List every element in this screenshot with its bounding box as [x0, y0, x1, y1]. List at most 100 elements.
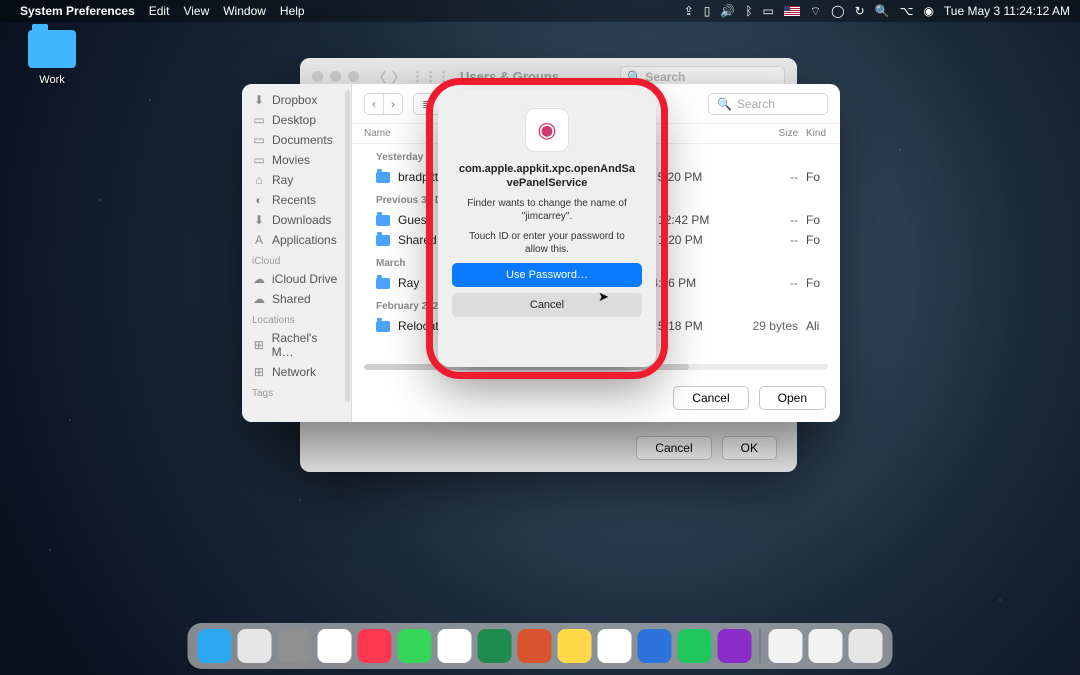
dock-app-excel[interactable]	[478, 629, 512, 663]
sidebar-icon: ◐	[252, 193, 266, 207]
sidebar-icon: A	[252, 233, 266, 247]
dock-app-powerpoint[interactable]	[518, 629, 552, 663]
sysprefs-search-placeholder: Search	[645, 70, 685, 84]
sidebar-item-documents[interactable]: ▭Documents	[242, 130, 351, 150]
open-panel-search-placeholder: Search	[737, 97, 775, 111]
use-password-button[interactable]: Use Password…	[452, 263, 642, 287]
file-kind: Fo	[798, 170, 828, 184]
menu-edit[interactable]: Edit	[149, 4, 170, 18]
file-size: --	[738, 276, 798, 290]
open-panel-search[interactable]: 🔍 Search	[708, 93, 828, 115]
auth-dialog-highlight: ◉ com.apple.appkit.xpc.openAndSavePanelS…	[438, 90, 656, 367]
nav-buttons: ‹ ›	[364, 93, 403, 115]
sidebar-icon: ⊞	[252, 365, 266, 379]
dock-app-spotify[interactable]	[678, 629, 712, 663]
sidebar-item-desktop[interactable]: ▭Desktop	[242, 110, 351, 130]
sysprefs-ok-button[interactable]: OK	[722, 436, 777, 460]
sidebar-header-tags: Tags	[242, 382, 351, 401]
dock-app-word[interactable]	[638, 629, 672, 663]
auth-message-1: Finder wants to change the name of "jimc…	[452, 197, 642, 224]
sidebar-icon: ☁	[252, 292, 266, 306]
sidebar-item-applications[interactable]: A Applications	[242, 230, 351, 250]
desktop-folder-work[interactable]: Work	[22, 30, 82, 86]
status-time-machine-icon[interactable]: ↻	[855, 4, 865, 18]
dock-app-messages[interactable]	[398, 629, 432, 663]
open-panel-open-button[interactable]: Open	[759, 386, 826, 410]
dock-app-music[interactable]	[358, 629, 392, 663]
status-bluetooth-icon[interactable]: ᛒ	[745, 4, 752, 18]
sidebar-item-icloud-drive[interactable]: ☁iCloud Drive	[242, 269, 351, 289]
sidebar-item-shared[interactable]: ☁ Shared	[242, 289, 351, 309]
sidebar-item-label: Movies	[272, 153, 310, 167]
dock-app-chrome[interactable]	[438, 629, 472, 663]
status-dropbox-icon[interactable]: ⇪	[684, 4, 694, 18]
dock-app-notes[interactable]	[558, 629, 592, 663]
dock-app-calendar[interactable]	[318, 629, 352, 663]
dock-app-finder[interactable]	[198, 629, 232, 663]
nav-back-icon[interactable]: ‹	[365, 94, 383, 114]
sidebar-icon: ▭	[252, 113, 266, 127]
status-spotlight-icon[interactable]: 🔍	[875, 4, 890, 18]
file-size: --	[738, 233, 798, 247]
app-menu[interactable]: System Preferences	[20, 4, 135, 18]
sidebar-item-movies[interactable]: ▭ Movies	[242, 150, 351, 170]
sidebar-item-label: Recents	[272, 193, 316, 207]
dock-separator	[760, 629, 761, 663]
sidebar-item-label: Rachel's M…	[272, 331, 341, 359]
sidebar-scrollbar[interactable]	[345, 90, 350, 402]
status-control-center-icon[interactable]: ⌥	[900, 4, 914, 18]
dock	[188, 623, 893, 669]
status-siri-icon[interactable]: ◉	[923, 4, 933, 18]
menubar-clock[interactable]: Tue May 3 11:24:12 AM	[944, 4, 1070, 18]
sidebar-item-label: iCloud Drive	[272, 272, 337, 286]
status-volume-icon[interactable]: 🔊	[720, 4, 735, 18]
status-input-flag-icon[interactable]	[784, 6, 800, 16]
file-kind: Ali	[798, 319, 828, 333]
dock-app-launchpad[interactable]	[238, 629, 272, 663]
status-battery-icon[interactable]: ▭	[763, 4, 774, 18]
sidebar-item-recents[interactable]: ◐ Recents	[242, 190, 351, 210]
open-panel-sidebar: ⬇Dropbox▭Desktop▭Documents▭Movies⌂Ray◐Re…	[242, 84, 352, 422]
sidebar-icon: ▭	[252, 133, 266, 147]
open-panel-cancel-button[interactable]: Cancel	[673, 386, 748, 410]
column-kind[interactable]: Kind	[798, 128, 828, 139]
sidebar-item-dropbox[interactable]: ⬇Dropbox	[242, 90, 351, 110]
status-user-icon[interactable]: ◯	[831, 4, 844, 18]
sidebar-item-rachel-s-m-[interactable]: ⊞Rachel's M…	[242, 328, 351, 362]
dock-app-slack[interactable]	[598, 629, 632, 663]
menu-view[interactable]: View	[183, 4, 209, 18]
file-kind: Fo	[798, 276, 828, 290]
sysprefs-title: Users & Groups	[460, 69, 559, 84]
touch-id-icon: ◉	[525, 108, 569, 152]
sidebar-item-label: Shared	[272, 292, 311, 306]
auth-title: com.apple.appkit.xpc.openAndSavePanelSer…	[452, 162, 642, 191]
menubar: System Preferences Edit View Window Help…	[0, 0, 1080, 22]
dock-app-onenote[interactable]	[718, 629, 752, 663]
window-traffic-lights[interactable]	[312, 71, 359, 82]
auth-cancel-button[interactable]: Cancel	[452, 293, 642, 317]
dock-app-settings[interactable]	[278, 629, 312, 663]
sidebar-item-downloads[interactable]: ⬇Downloads	[242, 210, 351, 230]
grid-view-icon[interactable]: ⋮⋮⋮	[411, 69, 450, 85]
sidebar-icon: ▭	[252, 153, 266, 167]
dock-tray-pages-doc[interactable]	[809, 629, 843, 663]
folder-icon	[28, 30, 76, 68]
status-wifi-icon[interactable]: ⌔	[810, 4, 821, 19]
status-disk-icon[interactable]: ▯	[704, 4, 711, 18]
menu-help[interactable]: Help	[280, 4, 305, 18]
sidebar-item-network[interactable]: ⊞Network	[242, 362, 351, 382]
sidebar-item-label: Ray	[272, 173, 293, 187]
sidebar-icon: ⬇	[252, 93, 266, 107]
sidebar-icon: ⬇	[252, 213, 266, 227]
sidebar-header-locations: Locations	[242, 309, 351, 328]
view-selector[interactable]: ≣	[413, 93, 441, 115]
folder-icon	[376, 215, 390, 226]
column-size[interactable]: Size	[738, 128, 798, 139]
menu-window[interactable]: Window	[223, 4, 266, 18]
sidebar-item-ray[interactable]: ⌂Ray	[242, 170, 351, 190]
sysprefs-cancel-button[interactable]: Cancel	[636, 436, 711, 460]
auth-dialog: ◉ com.apple.appkit.xpc.openAndSavePanelS…	[438, 90, 656, 367]
sidebar-item-label: Applications	[272, 233, 337, 247]
dock-tray-trash[interactable]	[849, 629, 883, 663]
dock-tray-text-doc[interactable]	[769, 629, 803, 663]
